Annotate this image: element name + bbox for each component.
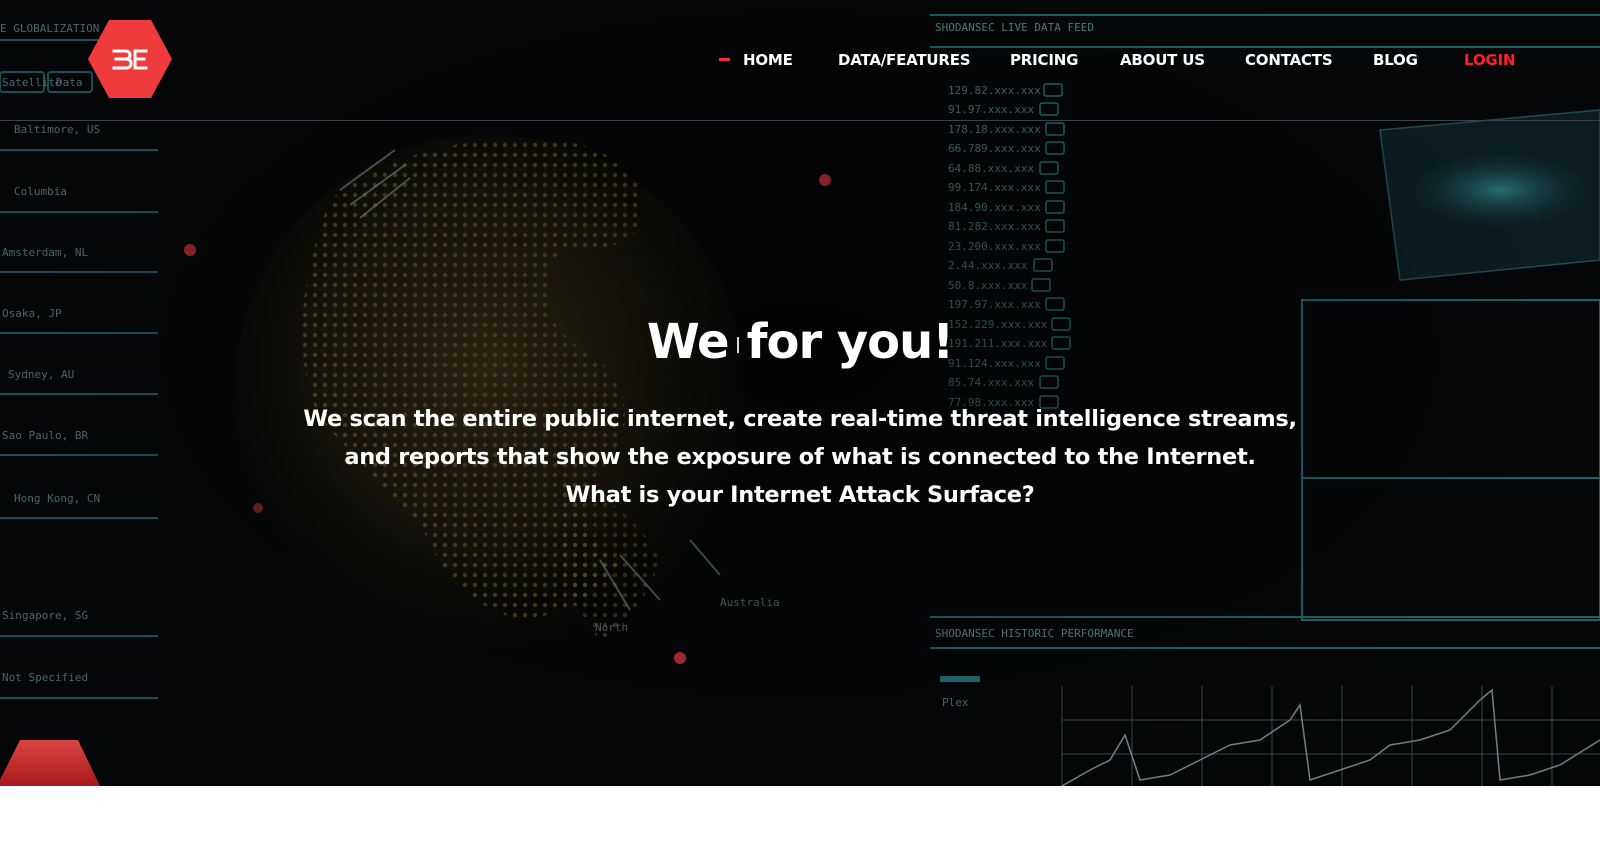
hero-title: We for you!	[0, 312, 1600, 372]
typing-cursor	[736, 337, 739, 353]
nav-pricing[interactable]: PRICING	[1010, 48, 1078, 72]
hero-subtitle-line: and reports that show the exposure of wh…	[344, 444, 1256, 470]
nav-about-us[interactable]: ABOUT US	[1120, 48, 1205, 72]
page-below-hero	[0, 786, 1600, 865]
top-navigation: HOME DATA/FEATURES PRICING ABOUT US CONT…	[0, 0, 1600, 121]
hero-subtitle-line: We scan the entire public internet, crea…	[303, 406, 1297, 432]
hero-section: E GLOBALIZATION Satellite Data Baltimore…	[0, 0, 1600, 786]
hero-subtitle: We scan the entire public internet, crea…	[260, 400, 1340, 514]
nav-contacts[interactable]: CONTACTS	[1245, 48, 1333, 72]
hero-title-right: for you!	[746, 314, 955, 370]
nav-login[interactable]: LOGIN	[1464, 48, 1515, 72]
hero-subtitle-line: What is your Internet Attack Surface?	[565, 482, 1035, 508]
hero-title-left: We	[646, 314, 730, 370]
nav-blog[interactable]: BLOG	[1373, 48, 1418, 72]
main-menu: HOME DATA/FEATURES PRICING ABOUT US CONT…	[0, 48, 1600, 72]
nav-home[interactable]: HOME	[743, 48, 793, 72]
nav-data-features[interactable]: DATA/FEATURES	[838, 48, 971, 72]
